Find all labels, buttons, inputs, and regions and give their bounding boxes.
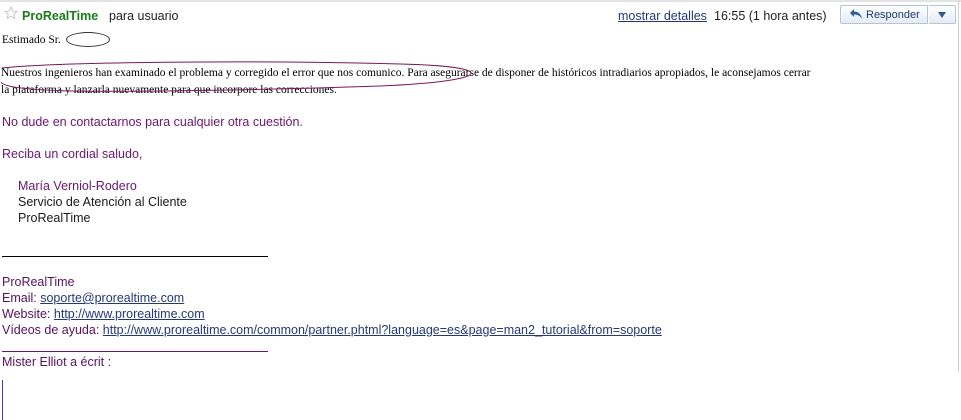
closing: Reciba un cordial saludo, — [2, 147, 143, 161]
recipient-text: para usuario — [109, 9, 179, 23]
top-edge — [0, 0, 961, 2]
reply-label: Responder — [866, 9, 920, 21]
signature-name: María Verniol-Rodero — [18, 179, 137, 193]
more-options-button[interactable] — [929, 5, 956, 24]
sender-name[interactable]: ProRealTime — [22, 9, 98, 23]
paragraph-2: No dude en contactarnos para cualquier o… — [2, 115, 303, 129]
email-label: Email: — [2, 291, 37, 305]
footer-company: ProRealTime — [2, 275, 75, 289]
videos-link[interactable]: http://www.prorealtime.com/common/partne… — [103, 323, 662, 337]
footer-videos-line: Vídeos de ayuda: http://www.prorealtime.… — [2, 323, 662, 337]
reply-arrow-icon — [850, 9, 862, 19]
dropdown-arrow-icon — [938, 12, 946, 18]
email-link[interactable]: soporte@prorealtime.com — [40, 291, 184, 305]
paragraph-1-line-1: Nuestros ingenieros han examinado el pro… — [1, 67, 811, 79]
greeting: Estimado Sr. — [2, 34, 61, 46]
footer-email-line: Email: soporte@prorealtime.com — [2, 291, 184, 305]
quote-bar — [2, 380, 3, 420]
quote-divider — [2, 351, 268, 352]
website-label: Website: — [2, 307, 51, 321]
signature-role: Servicio de Atención al Cliente — [18, 195, 187, 209]
signature-company: ProRealTime — [18, 211, 91, 225]
show-details-link[interactable]: mostrar detalles — [618, 9, 707, 23]
videos-label: Vídeos de ayuda: — [2, 323, 100, 337]
star-icon[interactable] — [4, 6, 18, 20]
reply-button[interactable]: Responder — [840, 5, 928, 24]
paragraph-1-line-2: la plataforma y lanzarla nuevamente para… — [1, 84, 337, 96]
right-border — [958, 0, 959, 372]
redacted-name-oval — [66, 32, 110, 47]
signature-divider — [2, 256, 268, 257]
quote-attribution: Mister Elliot a écrit : — [2, 355, 112, 369]
message-time: 16:55 (1 hora antes) — [714, 9, 827, 23]
footer-website-line: Website: http://www.prorealtime.com — [2, 307, 205, 321]
website-link[interactable]: http://www.prorealtime.com — [54, 307, 205, 321]
